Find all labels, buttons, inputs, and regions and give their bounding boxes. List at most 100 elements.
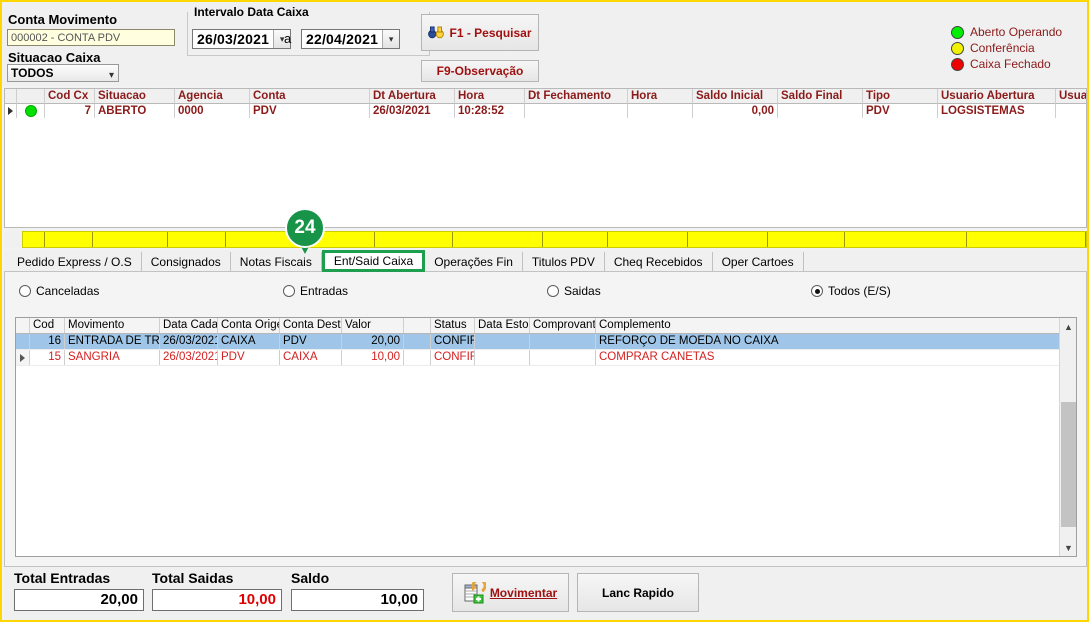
yellow-segment xyxy=(608,232,688,247)
radio-mark-icon[interactable] xyxy=(19,285,31,297)
movement-grid-body[interactable]: 16 ENTRADA DE TRO 26/03/2021 CAIXA PDV 20,00 C… xyxy=(16,334,1076,366)
radio-todos-e-s[interactable]: Todos (E/S) xyxy=(811,284,891,298)
tab-oper-cartoes[interactable]: Oper Cartoes xyxy=(712,252,804,272)
calendar-dropdown-icon[interactable]: ▾ xyxy=(382,30,400,48)
radio-label: Todos (E/S) xyxy=(828,284,891,298)
mov-col-cod[interactable]: Cod xyxy=(30,318,65,333)
caixa-col-usuario_fechamento[interactable]: Usuario Fechamento xyxy=(1056,89,1086,104)
radio-mark-icon[interactable] xyxy=(283,285,295,297)
table-row[interactable]: 15SANGRIA26/03/2021PDVCAIXA10,00 CONFIRI C… xyxy=(16,350,1076,366)
cell-complemento: REFORÇO DE MOEDA NO CAIXA xyxy=(596,334,1076,349)
cell-cod_cx: 7 xyxy=(45,104,95,118)
badge-number: 24 xyxy=(285,208,325,248)
mov-col-conta_destino[interactable]: Conta Destir xyxy=(280,318,342,333)
yellow-segment xyxy=(845,232,968,247)
tab-bar[interactable]: Pedido Express / O.S Consignados Notas Fis… xyxy=(4,250,1087,272)
caixa-col-situacao[interactable]: Situacao xyxy=(95,89,175,104)
date-range-title: Intervalo Data Caixa xyxy=(192,5,311,19)
legend-item: Conferência xyxy=(951,40,1081,56)
legend-item: Aberto Operando xyxy=(951,24,1081,40)
search-button[interactable]: F1 - Pesquisar xyxy=(421,14,539,51)
movement-icon xyxy=(464,581,486,603)
step-badge-24: 24 xyxy=(285,208,325,254)
lanc-rapido-button[interactable]: Lanc Rapido xyxy=(577,573,699,612)
mov-col-data_cadastro[interactable]: Data Cada xyxy=(160,318,218,333)
yellow-segment xyxy=(453,232,544,247)
cell-usuario_abertura: LOGSISTEMAS xyxy=(938,104,1056,118)
movement-filter-radio-group[interactable]: Canceladas Entradas Saidas Todos (E/S) xyxy=(5,284,1086,306)
row-indicator-header xyxy=(16,318,30,333)
tab-notas-fiscais[interactable]: Notas Fiscais xyxy=(230,252,322,272)
mov-col-data_estorno[interactable]: Data Estor xyxy=(475,318,530,333)
mov-col-blank[interactable] xyxy=(404,318,431,333)
mov-col-movimento[interactable]: Movimento xyxy=(65,318,160,333)
movement-grid[interactable]: Cod Movimento Data Cada Conta Orige Conta De… xyxy=(15,317,1077,557)
cash-register-grid-body: 7 ABERTO 0000 PDV 26/03/2021 10:28:52 0,00 PDV L… xyxy=(5,104,1086,118)
cell-valor: 20,00 xyxy=(342,334,404,349)
observation-button[interactable]: F9-Observação xyxy=(421,60,539,82)
yellow-segment xyxy=(23,232,45,247)
row-arrow-icon xyxy=(20,354,25,362)
status-legend: Aberto Operando Conferência Caixa Fechad… xyxy=(951,24,1081,72)
caixa-col-hora_fech[interactable]: Hora xyxy=(628,89,693,104)
radio-canceladas[interactable]: Canceladas xyxy=(19,284,99,298)
conta-movimento-input[interactable]: 000002 - CONTA PDV xyxy=(7,29,175,46)
radio-entradas[interactable]: Entradas xyxy=(283,284,348,298)
date-from-picker[interactable]: 26/03/2021 ▾ xyxy=(192,29,292,49)
tab-ent-said-caixa[interactable]: Ent/Said Caixa xyxy=(321,250,426,272)
radio-mark-icon[interactable] xyxy=(811,285,823,297)
caixa-col-agencia[interactable]: Agencia xyxy=(175,89,250,104)
cash-register-grid[interactable]: Cod Cx Situacao Agencia Conta Dt Abertura Hor… xyxy=(4,88,1087,228)
yellow-segment xyxy=(688,232,768,247)
situacao-caixa-label: Situacao Caixa xyxy=(8,50,101,65)
situacao-caixa-value: TODOS xyxy=(11,66,54,80)
radio-mark-icon[interactable] xyxy=(547,285,559,297)
movement-grid-scrollbar[interactable]: ▲ ▼ xyxy=(1059,318,1076,556)
yellow-segment xyxy=(768,232,846,247)
yellow-status-dot-icon xyxy=(951,41,964,55)
table-row[interactable]: 16 ENTRADA DE TRO 26/03/2021 CAIXA PDV 20,00 C… xyxy=(16,334,1076,350)
caixa-col-dt_fechamento[interactable]: Dt Fechamento xyxy=(525,89,628,104)
legend-label: Aberto Operando xyxy=(970,25,1063,39)
cell-dt_abertura: 26/03/2021 xyxy=(370,104,455,118)
search-button-label: F1 - Pesquisar xyxy=(449,25,532,40)
scroll-down-icon[interactable]: ▼ xyxy=(1060,539,1076,556)
legend-label: Conferência xyxy=(970,41,1035,55)
green-status-dot-icon xyxy=(951,25,964,39)
cash-register-grid-header: Cod Cx Situacao Agencia Conta Dt Abertura Hor… xyxy=(5,89,1086,104)
yellow-segment xyxy=(45,232,93,247)
radio-saidas[interactable]: Saidas xyxy=(547,284,601,298)
caixa-col-dt_abertura[interactable]: Dt Abertura xyxy=(370,89,455,104)
cell-saldo_final xyxy=(778,104,863,118)
chevron-down-icon: ▾ xyxy=(108,70,114,81)
mov-col-valor[interactable]: Valor xyxy=(342,318,404,333)
tab-opera-es-fin[interactable]: Operações Fin xyxy=(425,252,523,272)
cell-dt_fechamento xyxy=(525,104,628,118)
cell-comprovante xyxy=(530,334,596,349)
scroll-up-icon[interactable]: ▲ xyxy=(1060,318,1076,335)
total-entradas-value: 20,00 xyxy=(14,589,144,611)
movimentar-button[interactable]: Movimentar xyxy=(452,573,569,612)
cell-blank xyxy=(404,334,431,349)
table-row[interactable]: 7 ABERTO 0000 PDV 26/03/2021 10:28:52 0,00 PDV L… xyxy=(5,104,1086,118)
tab-consignados[interactable]: Consignados xyxy=(141,252,231,272)
caixa-col-conta[interactable]: Conta xyxy=(250,89,370,104)
caixa-col-tipo[interactable]: Tipo xyxy=(863,89,938,104)
cell-data_estorno xyxy=(475,334,530,349)
mov-col-complemento[interactable]: Complemento xyxy=(596,318,1076,333)
tab-titulos-pdv[interactable]: Titulos PDV xyxy=(522,252,605,272)
caixa-col-hora[interactable]: Hora xyxy=(455,89,525,104)
tab-pedido-express-o-s[interactable]: Pedido Express / O.S xyxy=(8,252,142,272)
date-to-picker[interactable]: 22/04/2021 ▾ xyxy=(301,29,401,49)
situacao-caixa-select[interactable]: TODOS ▾ xyxy=(7,64,119,82)
mov-col-conta_origem[interactable]: Conta Orige xyxy=(218,318,280,333)
caixa-col-saldo_final[interactable]: Saldo Final xyxy=(778,89,863,104)
scrollbar-thumb[interactable] xyxy=(1061,402,1076,527)
mov-col-comprovante[interactable]: Comprovant xyxy=(530,318,596,333)
caixa-col-usuario_abertura[interactable]: Usuario Abertura xyxy=(938,89,1056,104)
mov-col-status[interactable]: Status xyxy=(431,318,475,333)
tab-cheq-recebidos[interactable]: Cheq Recebidos xyxy=(604,252,713,272)
caixa-col-cod_cx[interactable]: Cod Cx xyxy=(45,89,95,104)
caixa-col-saldo_inicial[interactable]: Saldo Inicial xyxy=(693,89,778,104)
radio-label: Entradas xyxy=(300,284,349,298)
